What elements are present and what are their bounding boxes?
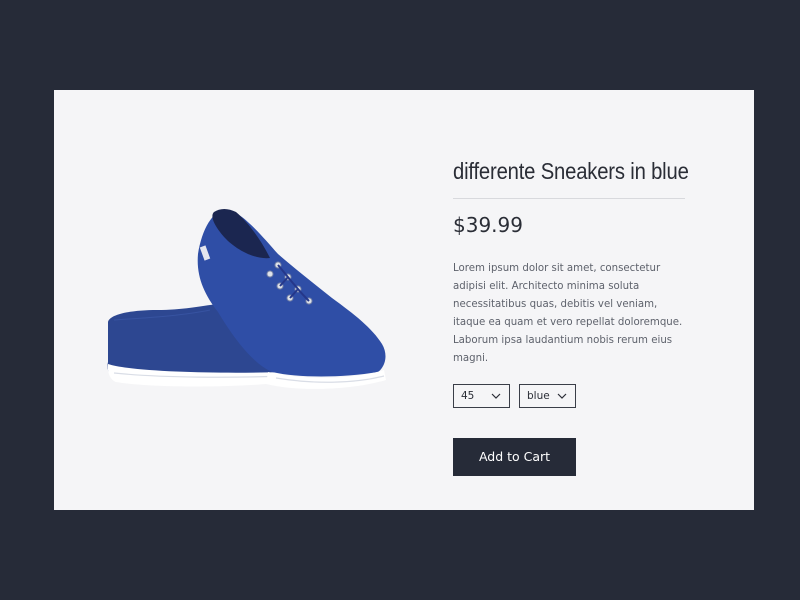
product-description: Lorem ipsum dolor sit amet, consectetur … — [453, 263, 683, 364]
option-selectors: 45 blue — [453, 384, 685, 408]
product-image — [102, 202, 402, 402]
product-details: differente Sneakers in blue $39.99 Lorem… — [453, 155, 689, 476]
size-value: 45 — [461, 390, 475, 402]
product-card: differente Sneakers in blue $39.99 Lorem… — [54, 90, 754, 510]
chevron-down-icon — [491, 393, 501, 399]
add-to-cart-button[interactable]: Add to Cart — [453, 438, 576, 476]
product-price: $39.99 — [453, 213, 523, 237]
product-title: differente Sneakers in blue — [453, 158, 689, 184]
color-select[interactable]: blue — [519, 384, 576, 408]
color-value: blue — [527, 390, 550, 402]
sneakers-illustration — [107, 209, 386, 389]
size-select[interactable]: 45 — [453, 384, 510, 408]
title-divider — [453, 198, 685, 199]
chevron-down-icon — [557, 393, 567, 399]
